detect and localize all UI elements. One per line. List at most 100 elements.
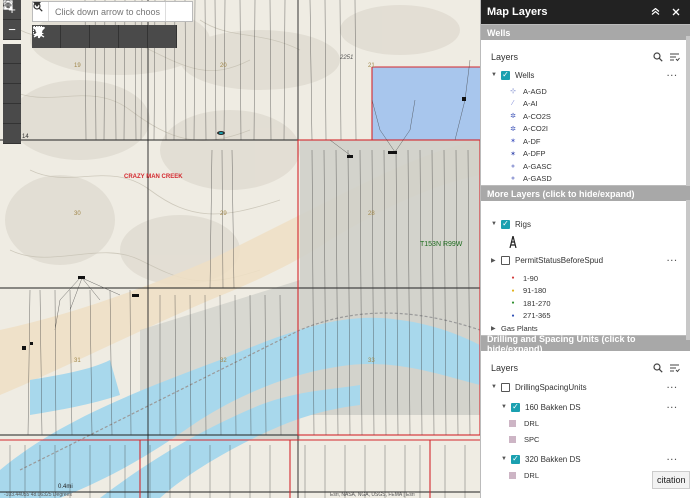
select-tool-button[interactable]: [33, 25, 177, 48]
more-layers-section-title[interactable]: More Layers (click to hide/expand): [481, 185, 690, 201]
legend-label: 271-365: [523, 311, 551, 321]
dot-icon: ●: [511, 275, 515, 282]
layer-row-wells[interactable]: ▼ Wells ···: [481, 68, 690, 82]
160-bakken-checkbox[interactable]: [511, 402, 520, 412]
layer-label-dsu: DrillingSpacingUnits: [515, 382, 587, 392]
well-symbol-icon: ✶: [510, 138, 516, 146]
layer-label-wells: Wells: [515, 70, 535, 80]
caret-right-icon[interactable]: ▶: [491, 257, 501, 264]
legend-label: A-DF: [523, 136, 541, 146]
network-tool-button[interactable]: [33, 25, 90, 48]
caret-down-icon[interactable]: ▼: [491, 384, 501, 390]
layer-label-320-bakken: 320 Bakken DS: [525, 454, 581, 464]
attribution: Esri, NASA, NGA, USGS, FEMA | Esri: [330, 492, 415, 498]
wells-section-title[interactable]: Wells: [481, 24, 690, 40]
road-label: 2251: [340, 55, 354, 61]
layer-row-160-bakken[interactable]: ▼ 160 Bakken DS ···: [481, 399, 690, 415]
previous-extent-button[interactable]: [3, 2, 21, 124]
dot-icon: ●: [511, 300, 515, 307]
edge-label: 14: [22, 134, 29, 140]
dsu-layers-header: Layers: [481, 357, 690, 379]
layers-heading: Layers: [491, 363, 519, 373]
map-toolbar: [32, 25, 177, 48]
select-icon: [33, 26, 44, 37]
legend-item: ● 181-270: [481, 297, 690, 310]
layers-panel: Map Layers Wells Layers ▼ Wells ··· ⊹ A-A…: [480, 0, 690, 498]
locate-button[interactable]: [3, 1, 21, 84]
section-label-29: 29: [220, 211, 227, 217]
close-icon[interactable]: [672, 8, 680, 16]
map-controls: + −: [3, 0, 21, 144]
gas-plants-label: Gas Plants: [501, 324, 538, 333]
coords-readout: -103.44055 48.06325 Degrees: [4, 492, 72, 498]
legend-label: A-GASD: [523, 174, 552, 184]
layer-label-160-bakken: 160 Bakken DS: [525, 402, 581, 412]
permit-legend: ● 1-90 ● 91-180 ● 181-270 ● 271-365: [481, 272, 690, 322]
township-label: T153N R99W: [420, 241, 463, 248]
layers-heading: Layers: [491, 52, 519, 62]
zoom-out-button[interactable]: −: [3, 20, 21, 40]
legend-label: A-CO2I: [523, 124, 549, 134]
caret-down-icon[interactable]: ▼: [491, 72, 501, 78]
layer-row-permit[interactable]: ▶ PermitStatusBeforeSpud ···: [481, 251, 690, 269]
well-symbol-icon: ●: [510, 162, 516, 170]
list-options-icon[interactable]: [669, 363, 680, 373]
legend-label: A-DFP: [523, 149, 546, 159]
320-bakken-checkbox[interactable]: [511, 454, 520, 464]
wells-layers-header: Layers: [481, 46, 690, 68]
rig-icon: [509, 236, 517, 248]
search-button[interactable]: [33, 2, 187, 21]
wells-checkbox[interactable]: [501, 70, 510, 80]
legend-item: ● 271-365: [481, 310, 690, 323]
dot-icon: ●: [511, 287, 515, 294]
app-root: 19 20 21 30 29 28 31 32 33 2251 CRAZY MA…: [0, 0, 690, 498]
legend-label: 1-90: [523, 273, 539, 283]
search-input[interactable]: [49, 3, 165, 20]
layer-row-dsu[interactable]: ▼ DrillingSpacingUnits ···: [481, 379, 690, 395]
caret-down-icon[interactable]: ▼: [501, 404, 511, 410]
section-label-31: 31: [74, 358, 81, 364]
citation-button[interactable]: citation: [652, 471, 690, 489]
legend-item: ⁄ A-AI: [481, 98, 690, 111]
creek-label: CRAZY MAN CREEK: [124, 174, 183, 180]
section-label-20: 20: [220, 63, 227, 69]
legend-item: ✶ A-DF: [481, 135, 690, 148]
filter-tool-button[interactable]: [33, 25, 148, 48]
legend-label: A-AI: [523, 99, 538, 109]
search-icon[interactable]: [653, 363, 663, 373]
wells-scrollbar[interactable]: [686, 36, 690, 186]
panel-title: Map Layers: [487, 6, 548, 18]
layer-label-rigs: Rigs: [515, 219, 532, 229]
legend-item-spc: SPC: [481, 431, 690, 447]
legend-item: ✶ A-DFP: [481, 148, 690, 161]
section-label-32: 32: [220, 358, 227, 364]
more-options-icon[interactable]: ···: [667, 383, 690, 392]
caret-down-icon[interactable]: ▼: [501, 456, 511, 462]
more-layers-scrollbar[interactable]: [686, 200, 690, 340]
permit-checkbox[interactable]: [501, 255, 510, 265]
home-button[interactable]: [3, 0, 21, 64]
dsu-section-title[interactable]: Drilling and Spacing Units (click to hid…: [481, 334, 690, 354]
caret-down-icon[interactable]: ▼: [491, 221, 501, 227]
section-label-30: 30: [74, 211, 81, 217]
more-options-icon[interactable]: ···: [667, 403, 690, 412]
layer-row-320-bakken[interactable]: ▼ 320 Bakken DS ···: [481, 451, 690, 467]
caret-right-icon[interactable]: ▶: [491, 325, 501, 332]
map-view[interactable]: 19 20 21 30 29 28 31 32 33 2251 CRAZY MA…: [0, 0, 480, 498]
fullscreen-button[interactable]: [3, 0, 21, 104]
more-options-icon[interactable]: ···: [667, 455, 690, 464]
list-options-icon[interactable]: [669, 52, 680, 62]
legend-label: 91-180: [523, 286, 547, 296]
rigs-checkbox[interactable]: [501, 219, 510, 229]
legend-label: DRL: [524, 470, 540, 480]
dsu-checkbox[interactable]: [501, 382, 510, 392]
draw-tool-button[interactable]: [34, 25, 119, 48]
map-canvas[interactable]: [0, 0, 480, 498]
next-extent-button[interactable]: [3, 2, 21, 144]
legend-label: A-GASC: [523, 161, 552, 171]
search-icon[interactable]: [653, 52, 663, 62]
collapse-up-icon[interactable]: [651, 8, 660, 15]
layer-row-rigs[interactable]: ▼ Rigs: [481, 215, 690, 233]
well-symbol-icon: ⊹: [510, 88, 516, 96]
section-label-21: 21: [368, 63, 375, 69]
